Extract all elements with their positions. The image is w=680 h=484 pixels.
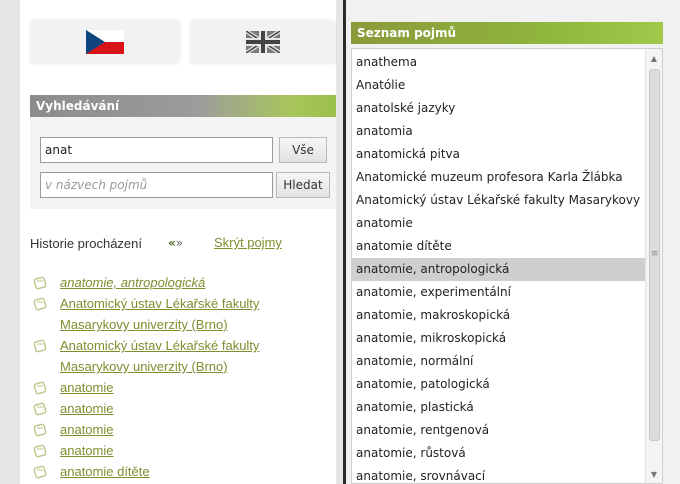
all-button[interactable]: Vše (279, 137, 327, 163)
history-navigation: « » (168, 236, 183, 250)
list-item[interactable]: anathema (352, 51, 647, 74)
list-item[interactable]: anatomia (352, 120, 647, 143)
list-item[interactable]: anatomie dítěte (352, 235, 647, 258)
list-item[interactable]: anatomie, normální (352, 350, 647, 373)
history-label: Historie procházení (30, 236, 142, 251)
book-icon (33, 465, 47, 479)
term-list-scrollbar[interactable]: ▲ ≡ ▼ (645, 49, 662, 483)
list-item[interactable]: Anatólie (352, 74, 647, 97)
list-item[interactable]: anatomie (30, 419, 330, 440)
czech-flag-icon (86, 30, 124, 54)
list-item[interactable]: anatomie, antropologická (30, 272, 330, 293)
list-item[interactable]: anatomie (30, 377, 330, 398)
search-input[interactable]: anat (40, 137, 273, 163)
list-item[interactable]: Anatomický ústav Lékařské fakulty Masary… (352, 189, 647, 212)
list-item[interactable]: anatomie (352, 212, 647, 235)
book-icon (33, 423, 47, 437)
list-item[interactable]: anatomie, plastická (352, 396, 647, 419)
list-item[interactable]: anatomie, experimentální (352, 281, 647, 304)
book-icon (33, 276, 47, 290)
scroll-down-icon[interactable]: ▼ (646, 467, 662, 483)
uk-flag-icon (246, 31, 280, 53)
list-item[interactable]: anatomie (30, 440, 330, 461)
list-item[interactable]: anatomie, růstová (352, 442, 647, 465)
book-icon (33, 381, 47, 395)
search-area: anat Vše v názvech pojmů Hledat (30, 117, 336, 209)
list-item[interactable]: Anatomický ústav Lékařské fakulty Masary… (30, 293, 330, 335)
book-icon (33, 339, 47, 353)
search-header: Vyhledávání (30, 95, 336, 117)
list-item[interactable]: Anatomický ústav Lékařské fakulty Masary… (30, 335, 330, 377)
english-language-button[interactable] (190, 20, 336, 64)
list-item[interactable]: anatomie dítěte (30, 461, 330, 482)
hide-terms-link[interactable]: Skrýt pojmy (214, 235, 282, 250)
history-list: anatomie, antropologická Anatomický ústa… (30, 272, 330, 482)
czech-language-button[interactable] (30, 20, 180, 64)
list-item[interactable]: anatomie, patologická (352, 373, 647, 396)
list-item[interactable]: anatomie, makroskopická (352, 304, 647, 327)
back-arrow-icon[interactable]: « (168, 236, 176, 250)
list-item[interactable]: anatomie (30, 398, 330, 419)
list-item[interactable]: Anatomické muzeum profesora Karla Žlábka (352, 166, 647, 189)
book-icon (33, 444, 47, 458)
list-item[interactable]: anatomie, srovnávací (352, 465, 647, 483)
list-item-selected[interactable]: anatomie, antropologická (352, 258, 647, 281)
left-content: Vyhledávání anat Vše v názvech pojmů Hle… (20, 0, 336, 484)
list-item[interactable]: anatomie, rentgenová (352, 419, 647, 442)
scroll-up-icon[interactable]: ▲ (646, 51, 662, 67)
term-list-header: Seznam pojmů (351, 22, 663, 44)
list-item[interactable]: anatomie, mikroskopická (352, 327, 647, 350)
search-button[interactable]: Hledat (276, 172, 330, 198)
term-list-panel: Seznam pojmů anathema Anatólie anatolské… (343, 0, 680, 484)
list-item[interactable]: anatolské jazyky (352, 97, 647, 120)
list-item[interactable]: anatomická pitva (352, 143, 647, 166)
book-icon (33, 297, 47, 311)
term-list[interactable]: anathema Anatólie anatolské jazyky anato… (351, 48, 663, 484)
forward-arrow-icon[interactable]: » (176, 236, 183, 250)
term-name-search-field[interactable]: v názvech pojmů (40, 172, 273, 198)
scrollbar-grip-icon: ≡ (651, 249, 659, 259)
book-icon (33, 402, 47, 416)
left-panel: Vyhledávání anat Vše v názvech pojmů Hle… (0, 0, 343, 484)
